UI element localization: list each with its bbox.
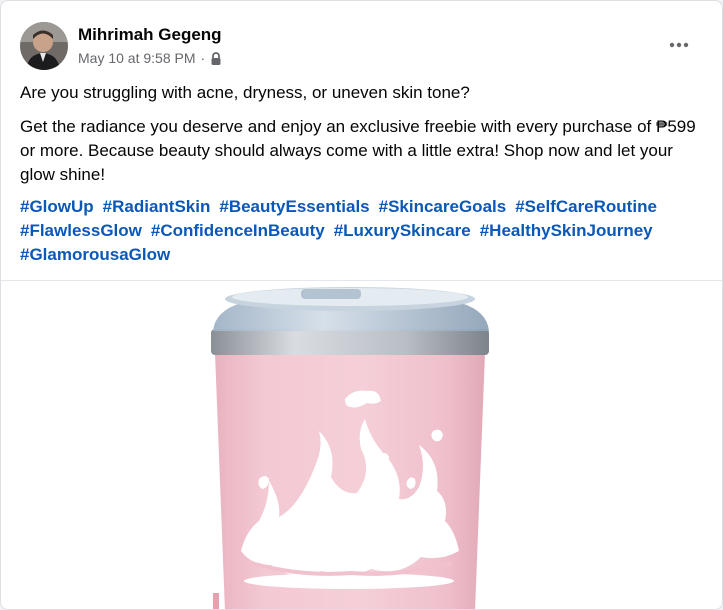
post-body: Are you struggling with acne, dryness, o… bbox=[20, 81, 700, 267]
hashtag-beautyessentials[interactable]: #BeautyEssentials bbox=[219, 195, 369, 219]
hashtag-skincaregoals[interactable]: #SkincareGoals bbox=[379, 195, 507, 219]
timestamp[interactable]: May 10 at 9:58 PM bbox=[78, 50, 196, 66]
more-options-button[interactable] bbox=[664, 30, 694, 60]
tumbler-image bbox=[211, 287, 489, 609]
hashtag-selfcareroutine[interactable]: #SelfCareRoutine bbox=[515, 195, 657, 219]
hashtag-list: #GlowUp #RadiantSkin #BeautyEssentials #Ski… bbox=[20, 195, 700, 267]
hashtag-flawlessglow[interactable]: #FlawlessGlow bbox=[20, 219, 142, 243]
avatar[interactable] bbox=[20, 22, 68, 70]
hashtag-healthyskinjourney[interactable]: #HealthySkinJourney bbox=[480, 219, 653, 243]
more-horizontal-icon bbox=[669, 42, 689, 48]
post-card: Mihrimah Gegeng May 10 at 9:58 PM · Are … bbox=[0, 0, 723, 610]
post-photo[interactable] bbox=[1, 281, 722, 609]
hashtag-confidenceinbeauty[interactable]: #ConfidenceInBeauty bbox=[151, 219, 325, 243]
post-text-line-1: Are you struggling with acne, dryness, o… bbox=[20, 83, 470, 102]
hashtag-luxuryskincare[interactable]: #LuxurySkincare bbox=[334, 219, 471, 243]
post-text-line-2: Get the radiance you deserve and enjoy a… bbox=[20, 117, 696, 184]
meta-separator: · bbox=[200, 50, 206, 66]
hashtag-glowup[interactable]: #GlowUp bbox=[20, 195, 94, 219]
post-header: Mihrimah Gegeng May 10 at 9:58 PM · bbox=[1, 1, 722, 73]
lock-icon bbox=[210, 51, 222, 65]
author-name[interactable]: Mihrimah Gegeng bbox=[78, 25, 222, 45]
post-meta: May 10 at 9:58 PM · bbox=[78, 50, 222, 66]
hashtag-radiantskin[interactable]: #RadiantSkin bbox=[103, 195, 211, 219]
hashtag-glamorousaglow[interactable]: #GlamorousaGlow bbox=[20, 243, 170, 267]
